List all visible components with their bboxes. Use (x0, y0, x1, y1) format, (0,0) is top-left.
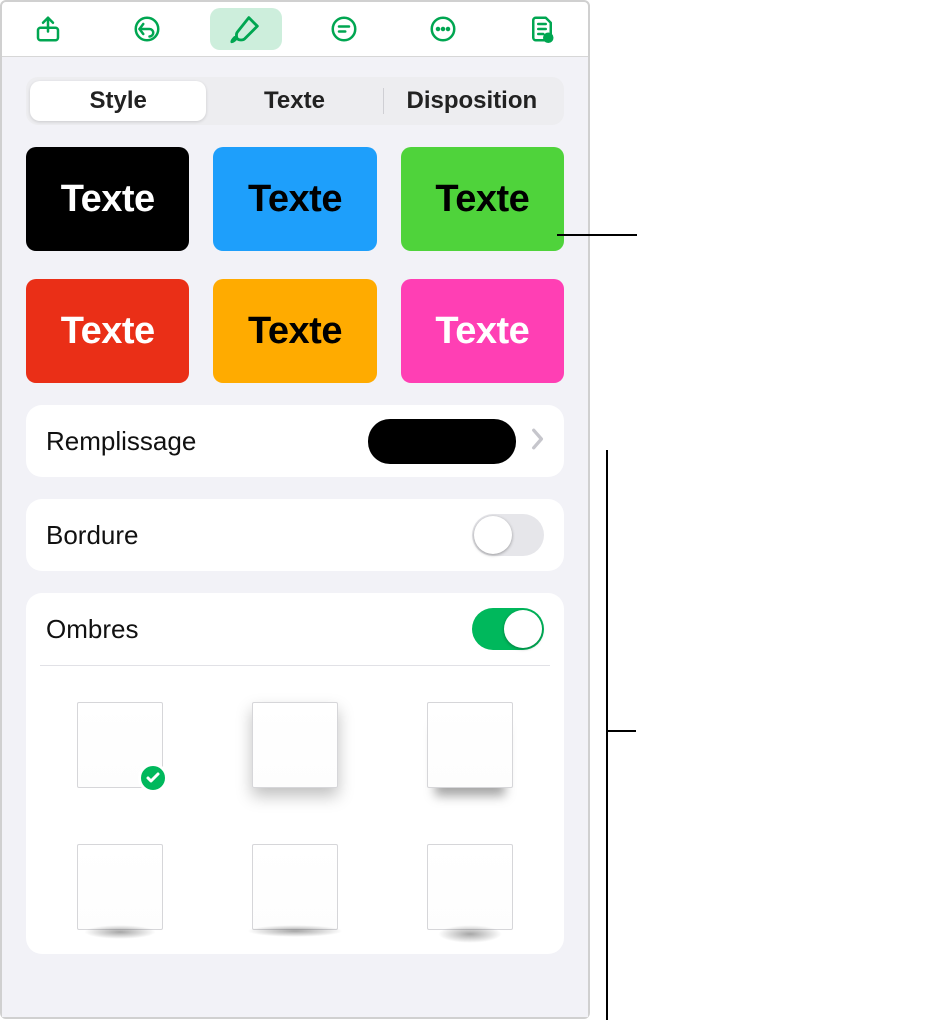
border-label: Bordure (46, 520, 139, 551)
preset-2[interactable]: Texte (213, 147, 376, 251)
shadow-row: Ombres (26, 593, 564, 665)
tab-texte-label: Texte (264, 87, 325, 115)
shadow-toggle[interactable] (472, 608, 544, 650)
border-toggle[interactable] (472, 514, 544, 556)
tab-disposition-label: Disposition (406, 87, 537, 115)
preset-4-label: Texte (61, 310, 155, 353)
preset-6-label: Texte (435, 310, 529, 353)
fill-card: Remplissage (26, 405, 564, 477)
format-panel: Style Texte Disposition Texte Texte (0, 0, 590, 1019)
tab-texte[interactable]: Texte (206, 81, 382, 121)
preset-5-label: Texte (248, 310, 342, 353)
fill-label: Remplissage (46, 426, 196, 457)
shadow-option-contact[interactable] (383, 680, 558, 810)
fill-swatch[interactable] (368, 419, 516, 464)
callout-line (606, 730, 636, 732)
tabs-segmented-control: Style Texte Disposition (26, 77, 564, 125)
preset-1[interactable]: Texte (26, 147, 189, 251)
shadow-option-none[interactable] (32, 680, 207, 810)
shadow-option-curl-b[interactable] (207, 822, 382, 952)
more-icon[interactable] (407, 8, 479, 50)
preset-3-label: Texte (435, 178, 529, 221)
tab-style-label: Style (89, 87, 146, 115)
shadow-sample-curl-b (252, 844, 338, 930)
shadow-sample-none (77, 702, 163, 788)
shadow-option-curl-a[interactable] (32, 822, 207, 952)
preset-4[interactable]: Texte (26, 279, 189, 383)
shadow-option-curl-c[interactable] (383, 822, 558, 952)
style-presets-grid: Texte Texte Texte Texte Texte Texte (26, 147, 564, 383)
fill-right (368, 419, 544, 464)
shadow-card: Ombres (26, 593, 564, 954)
undo-icon[interactable] (111, 8, 183, 50)
panel-body: Style Texte Disposition Texte Texte (2, 57, 588, 1017)
selected-badge-icon (138, 763, 168, 793)
border-row: Bordure (26, 499, 564, 571)
preset-3[interactable]: Texte (401, 147, 564, 251)
shadow-label: Ombres (46, 614, 138, 645)
tab-disposition[interactable]: Disposition (384, 81, 560, 121)
shadow-sample-drop (252, 702, 338, 788)
panel-toolbar (2, 2, 588, 57)
shadow-option-drop[interactable] (207, 680, 382, 810)
insert-icon[interactable] (308, 8, 380, 50)
shadow-sample-curl-a (77, 844, 163, 930)
preset-6[interactable]: Texte (401, 279, 564, 383)
callout-line (557, 234, 637, 236)
preset-2-label: Texte (248, 178, 342, 221)
border-card: Bordure (26, 499, 564, 571)
callout-line (606, 450, 608, 1020)
shadow-options-grid (26, 666, 564, 954)
document-view-icon[interactable] (506, 8, 578, 50)
preset-1-label: Texte (61, 178, 155, 221)
share-icon[interactable] (12, 8, 84, 50)
fill-row[interactable]: Remplissage (26, 405, 564, 477)
tab-style[interactable]: Style (30, 81, 206, 121)
format-brush-icon[interactable] (210, 8, 282, 50)
shadow-sample-curl-c (427, 844, 513, 930)
preset-5[interactable]: Texte (213, 279, 376, 383)
chevron-right-icon (530, 428, 544, 455)
shadow-sample-contact (427, 702, 513, 788)
